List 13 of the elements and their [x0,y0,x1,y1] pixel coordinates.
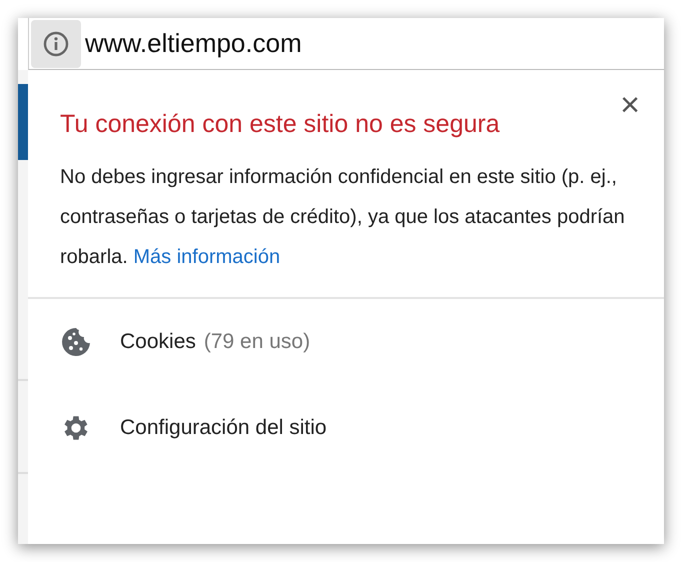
close-button[interactable]: × [616,88,644,122]
cookie-icon [60,326,92,358]
more-info-link[interactable]: Más información [133,246,280,268]
usage-count: (79 en uso) [204,330,310,354]
warning-title: Tu conexión con este sitio no es segura [60,110,500,139]
warning-message: No debes ingresar información confidencial en este sitio (p. ej., contraseñas o tarjetas de crédito), ya que los atacantes podrían robarla. Más información [60,165,626,270]
menu-item[interactable]: Cookies (79 en uso) [28,299,664,385]
menu-item-label: Configuración del sitio [120,416,327,440]
menu-item-label: Cookies [120,330,196,354]
menu-item[interactable]: Configuración del sitio [28,385,664,471]
url-text[interactable]: www.eltiempo.com [85,28,302,59]
info-icon [43,30,69,56]
site-info-button[interactable] [31,20,81,68]
